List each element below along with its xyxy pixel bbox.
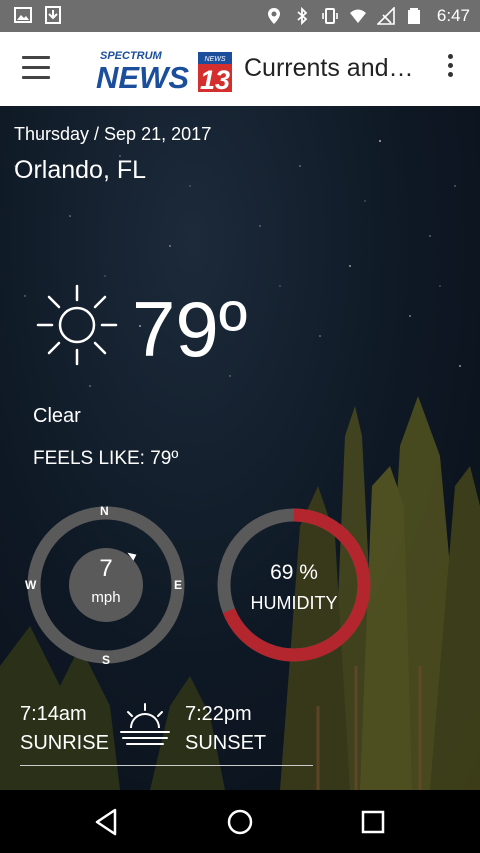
- sunrise-time: 7:14am: [20, 703, 87, 725]
- image-icon: [14, 7, 32, 23]
- sun-icon: [36, 284, 118, 366]
- sunset-icon: [120, 703, 170, 745]
- wind-unit: mph: [91, 589, 121, 606]
- wifi-icon: [349, 9, 366, 23]
- spectrum-news-13-logo[interactable]: SPECTRUM NEWS NEWS 13: [96, 46, 234, 94]
- app-title: Currents and…: [244, 54, 414, 82]
- logo-badge: 13: [200, 65, 230, 94]
- no-signal-icon: [376, 7, 395, 25]
- compass-north: N: [100, 504, 109, 518]
- location-icon: [267, 8, 280, 24]
- status-time: 6:47: [436, 6, 470, 25]
- hamburger-icon: [22, 56, 50, 59]
- menu-button[interactable]: [22, 56, 50, 82]
- humidity-label: HUMIDITY: [250, 593, 338, 613]
- feels-like-label: FEELS LIKE: 79º: [33, 448, 179, 469]
- condition-label: Clear: [33, 405, 81, 427]
- logo-badge-small: NEWS: [205, 56, 226, 63]
- app-bar: SPECTRUM NEWS NEWS 13 Currents and…: [0, 32, 480, 106]
- recents-icon[interactable]: [353, 802, 393, 842]
- sunset-time: 7:22pm: [185, 703, 252, 725]
- battery-icon: [407, 8, 420, 24]
- navigation-bar: [0, 790, 480, 853]
- compass-south: S: [102, 653, 111, 667]
- bluetooth-icon: [297, 7, 308, 25]
- home-icon[interactable]: [220, 802, 260, 842]
- wind-gauge: [27, 506, 185, 664]
- date-label: Thursday / Sep 21, 2017: [14, 124, 212, 144]
- humidity-value: 69 %: [270, 561, 318, 584]
- more-vert-icon: [447, 54, 453, 59]
- back-icon[interactable]: [87, 802, 127, 842]
- wind-speed: 7: [99, 555, 113, 582]
- location-label: Orlando, FL: [14, 156, 147, 184]
- logo-text-main: NEWS: [96, 60, 189, 94]
- overflow-menu-button[interactable]: [440, 54, 460, 84]
- divider: [20, 765, 313, 766]
- download-icon: [45, 6, 61, 24]
- humidity-gauge: [217, 508, 371, 662]
- status-bar: 6:47: [0, 0, 480, 32]
- sunset-label: SUNSET: [185, 732, 267, 754]
- sunrise-label: SUNRISE: [20, 732, 109, 754]
- temperature: 79º: [132, 285, 248, 373]
- vibrate-icon: [322, 8, 338, 24]
